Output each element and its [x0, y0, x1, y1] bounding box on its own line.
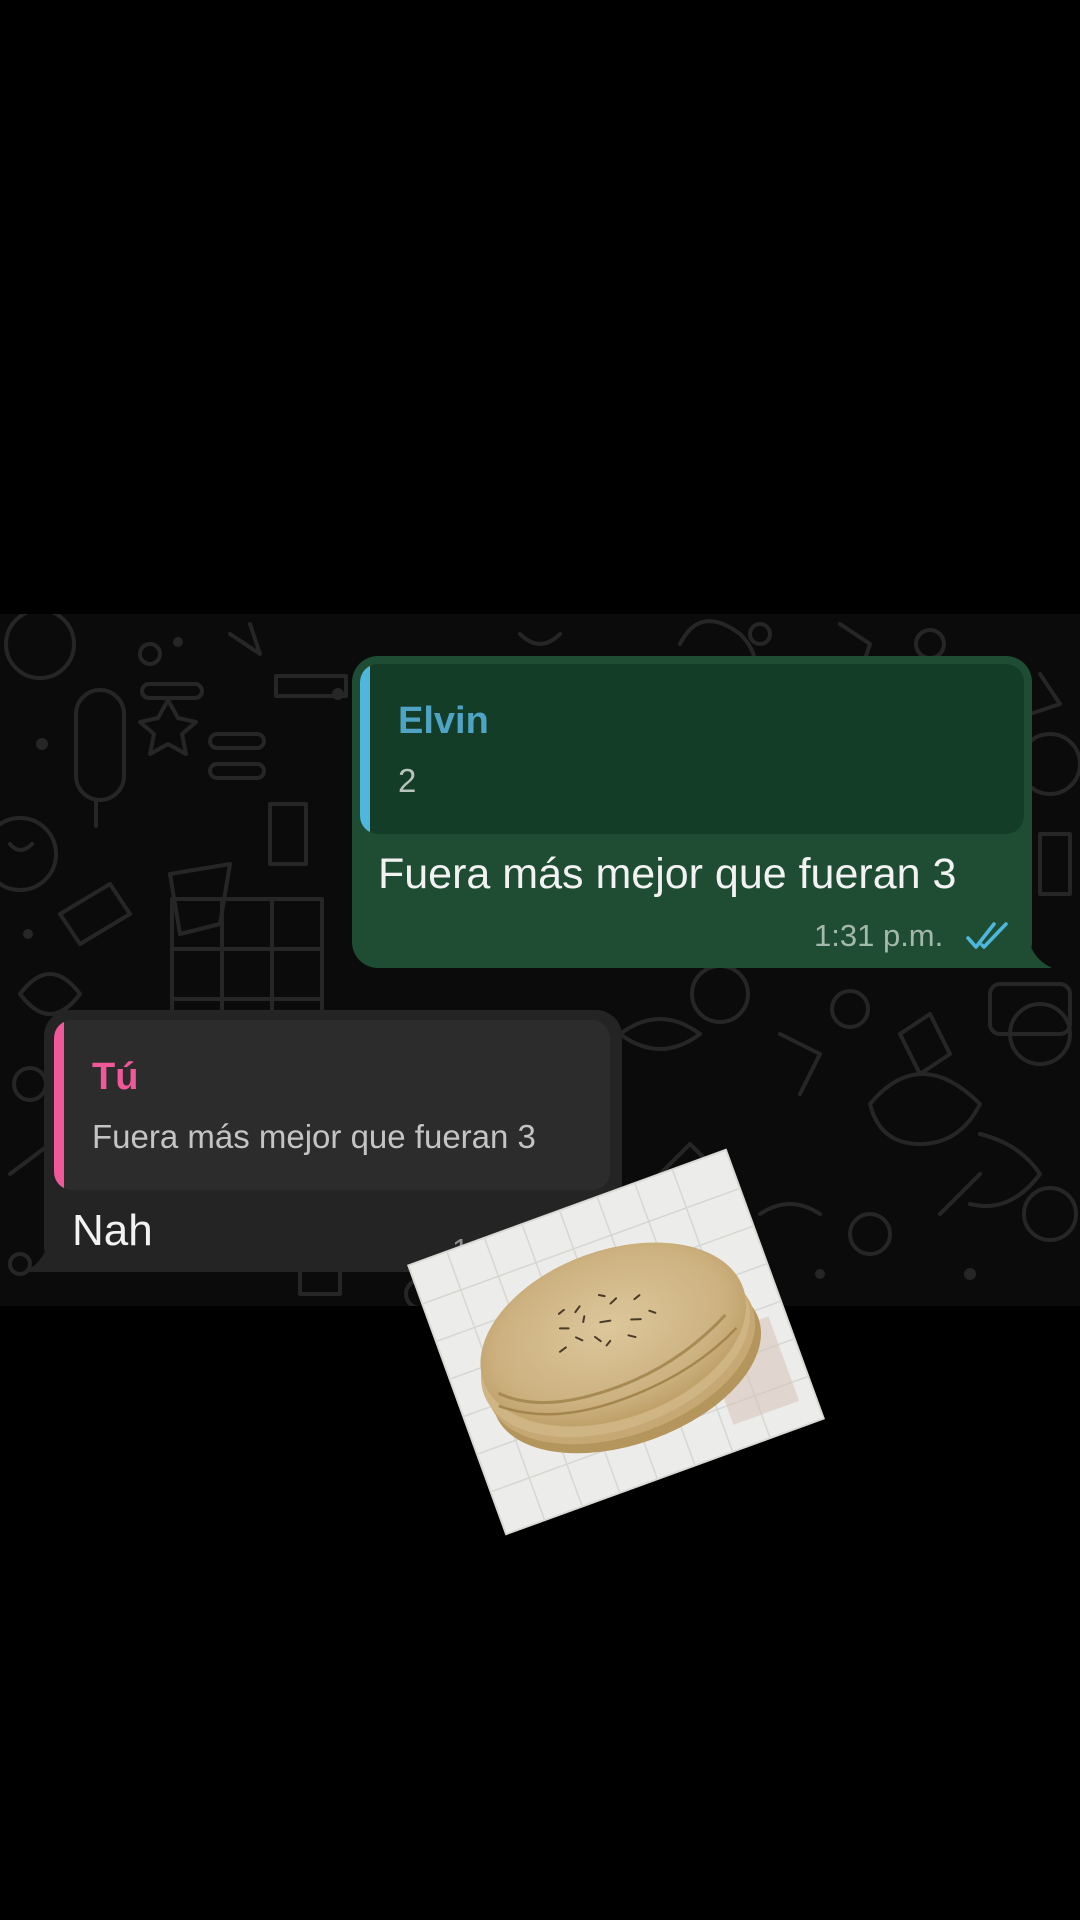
- message-text: Fuera más mejor que fueran 3: [378, 850, 957, 898]
- message-time: 1:31 p.m.: [814, 918, 944, 953]
- outgoing-reply-quote[interactable]: Elvin 2: [360, 664, 1024, 834]
- reply-text: Fuera más mejor que fueran 3: [92, 1118, 536, 1155]
- reply-author: Tú: [92, 1056, 139, 1098]
- reply-text: 2: [398, 762, 417, 799]
- reply-author: Elvin: [398, 700, 489, 742]
- chat-area[interactable]: Elvin 2 Fuera más mejor que fueran 3 1:3…: [0, 614, 1080, 1306]
- message-text: Nah: [72, 1206, 153, 1255]
- outgoing-message-bubble[interactable]: Elvin 2 Fuera más mejor que fueran 3 1:3…: [352, 656, 1032, 968]
- incoming-reply-quote[interactable]: Tú Fuera más mejor que fueran 3: [54, 1020, 610, 1190]
- reply-quote-bar: [54, 1020, 64, 1190]
- reply-quote-bar: [360, 664, 370, 834]
- screen: Elvin 2 Fuera más mejor que fueran 3 1:3…: [0, 0, 1080, 1920]
- double-check-read-icon: [966, 922, 1008, 949]
